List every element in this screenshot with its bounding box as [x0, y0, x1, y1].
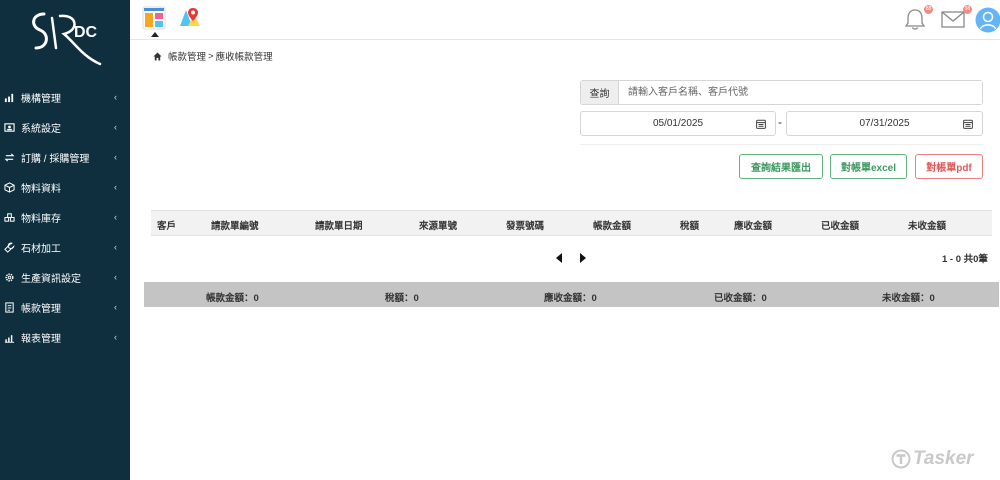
top-bar: 88 98 — [130, 0, 1000, 40]
chevron-left-icon: ‹ — [114, 182, 117, 192]
column-header-receivable[interactable]: 應收金額 — [734, 218, 772, 232]
wrench-icon — [2, 240, 16, 254]
prev-page-icon[interactable] — [556, 253, 562, 263]
sidebar-item-materials[interactable]: 物料資料 ‹ — [0, 172, 130, 202]
dashboard-app-icon[interactable] — [142, 6, 166, 30]
sidebar-item-reports[interactable]: 報表管理 ‹ — [0, 322, 130, 352]
statement-excel-button[interactable]: 對帳單excel — [830, 154, 907, 179]
sidebar-item-label: 物料資料 — [21, 183, 61, 195]
chevron-left-icon: ‹ — [114, 122, 117, 132]
column-header-invoice-no[interactable]: 請款單編號 — [211, 218, 259, 232]
chevron-left-icon: ‹ — [114, 152, 117, 162]
sidebar-item-stone-processing[interactable]: 石材加工 ‹ — [0, 232, 130, 262]
column-header-outstanding[interactable]: 未收金額 — [908, 218, 946, 232]
divider — [580, 144, 983, 145]
next-page-icon[interactable] — [580, 253, 586, 263]
summary-outstanding: 未收金額：0 — [882, 293, 935, 304]
statement-pdf-button[interactable]: 對帳單pdf — [915, 154, 983, 179]
chevron-left-icon: ‹ — [114, 302, 117, 312]
sidebar-item-label: 生產資訊設定 — [21, 273, 81, 285]
user-icon — [975, 7, 1000, 33]
sidebar-item-production-settings[interactable]: 生產資訊設定 ‹ — [0, 262, 130, 292]
sidebar-item-label: 系統設定 — [21, 123, 61, 135]
sidebar-item-label: 報表管理 — [21, 333, 61, 345]
column-header-invoice-date[interactable]: 請款單日期 — [315, 218, 363, 232]
summary-received: 已收金額：0 — [714, 293, 767, 304]
column-header-source-no[interactable]: 來源單號 — [419, 218, 457, 232]
mail-button[interactable]: 98 — [940, 5, 972, 34]
column-header-received[interactable]: 已收金額 — [821, 218, 859, 232]
calendar-icon[interactable] — [756, 119, 766, 129]
bar-chart-icon — [2, 90, 16, 104]
mail-badge: 98 — [963, 5, 972, 14]
column-header-customer[interactable]: 客戶 — [157, 218, 176, 232]
sidebar-item-system-settings[interactable]: 系統設定 ‹ — [0, 112, 130, 142]
sidebar: DC 機構管理 ‹ 系統設定 ‹ 訂購 / 採購管理 ‹ 物料資料 ‹ 物料庫存… — [0, 0, 130, 480]
sidebar-item-purchasing[interactable]: 訂購 / 採購管理 ‹ — [0, 142, 130, 172]
summary-bar: 帳款金額：0 稅額：0 應收金額：0 已收金額：0 未收金額：0 — [144, 282, 999, 307]
breadcrumb-separator: > — [208, 50, 214, 62]
sidebar-item-label: 訂購 / 採購管理 — [21, 153, 90, 165]
warehouse-icon — [2, 210, 16, 224]
record-count: 1 - 0 共0筆 — [942, 254, 988, 265]
exchange-icon — [2, 150, 16, 164]
sidebar-item-label: 機構管理 — [21, 93, 61, 105]
watermark-text: Tasker — [913, 448, 974, 469]
sidebar-item-accounts[interactable]: 帳款管理 ‹ — [0, 292, 130, 322]
cube-icon — [2, 180, 16, 194]
home-icon[interactable] — [153, 51, 162, 61]
start-date-input[interactable]: 05/01/2025 — [580, 111, 776, 136]
breadcrumb: 帳款管理 > 應收帳款管理 — [153, 49, 273, 63]
summary-account-amount: 帳款金額：0 — [206, 293, 259, 304]
calendar-icon[interactable] — [963, 119, 973, 129]
end-date-input[interactable]: 07/31/2025 — [786, 111, 983, 136]
column-header-amount[interactable]: 帳款金額 — [593, 218, 631, 232]
summary-receivable: 應收金額：0 — [544, 293, 597, 304]
sidebar-item-label: 石材加工 — [21, 243, 61, 255]
gear-icon — [2, 270, 16, 284]
logo-text: DC — [74, 24, 98, 41]
sidebar-item-inventory[interactable]: 物料庫存 ‹ — [0, 202, 130, 232]
active-app-indicator — [151, 32, 159, 37]
id-card-icon — [2, 120, 16, 134]
chevron-left-icon: ‹ — [114, 242, 117, 252]
breadcrumb-parent[interactable]: 帳款管理 — [168, 49, 206, 63]
chevron-left-icon: ‹ — [114, 212, 117, 222]
end-date-value: 07/31/2025 — [859, 118, 910, 129]
map-app-icon[interactable] — [178, 6, 202, 30]
user-avatar[interactable] — [975, 6, 1000, 34]
summary-tax: 稅額：0 — [385, 293, 419, 304]
export-results-button[interactable]: 查詢結果匯出 — [739, 154, 823, 179]
column-header-tax[interactable]: 稅額 — [680, 218, 699, 232]
logo: DC — [32, 12, 102, 66]
date-range-separator: - — [778, 115, 782, 129]
sidebar-item-organization[interactable]: 機構管理 ‹ — [0, 82, 130, 112]
chevron-left-icon: ‹ — [114, 272, 117, 282]
table-header: 客戶 請款單編號 請款單日期 來源單號 發票號碼 帳款金額 稅額 應收金額 已收… — [151, 210, 992, 236]
invoice-icon — [2, 300, 16, 314]
chevron-left-icon: ‹ — [114, 332, 117, 342]
sidebar-item-label: 帳款管理 — [21, 303, 61, 315]
tasker-logo-icon — [891, 449, 911, 469]
breadcrumb-current: 應收帳款管理 — [215, 52, 273, 63]
notification-badge: 88 — [924, 5, 933, 14]
sidebar-nav: 機構管理 ‹ 系統設定 ‹ 訂購 / 採購管理 ‹ 物料資料 ‹ 物料庫存 ‹ … — [0, 82, 130, 352]
watermark: Tasker — [891, 448, 974, 470]
search-input[interactable] — [619, 81, 982, 104]
start-date-value: 05/01/2025 — [652, 118, 704, 129]
column-header-receipt-no[interactable]: 發票號碼 — [506, 218, 544, 232]
chevron-left-icon: ‹ — [114, 92, 117, 102]
search-bar: 查詢 — [580, 80, 983, 105]
report-icon — [2, 330, 16, 344]
notification-button[interactable]: 88 — [903, 5, 933, 34]
sidebar-item-label: 物料庫存 — [21, 213, 61, 225]
search-label: 查詢 — [581, 81, 619, 104]
